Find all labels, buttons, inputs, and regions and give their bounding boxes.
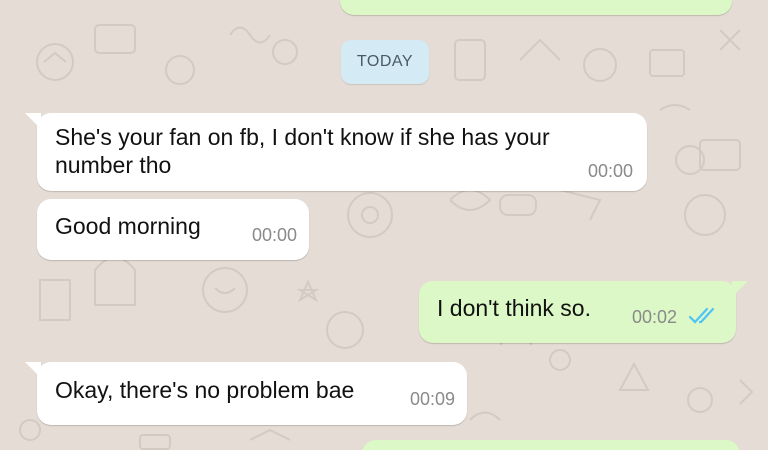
message-text: I don't think so. xyxy=(437,294,591,322)
bubble-tail xyxy=(25,362,41,378)
message-time: 00:02 xyxy=(631,307,677,327)
bubble-tail xyxy=(732,281,748,297)
message-bubble-outgoing-partial[interactable] xyxy=(340,0,732,15)
message-text: Good morning xyxy=(55,212,201,240)
message-bubble-outgoing[interactable]: I don't think so. 00:02 xyxy=(419,281,748,343)
message-line: Okay, there's no problem bae xyxy=(55,377,355,403)
message-bubble-incoming[interactable]: Okay, there's no problem bae 00:09 xyxy=(25,362,467,425)
message-line: She's your fan on fb, I don't know if sh… xyxy=(55,124,550,150)
message-time: 00:09 xyxy=(409,389,455,409)
chat-area[interactable]: TODAY She's your fan on fb, I don't know… xyxy=(0,0,768,450)
message-time: 00:00 xyxy=(251,225,297,245)
date-divider: TODAY xyxy=(341,40,429,84)
message-bubble-incoming[interactable]: She's your fan on fb, I don't know if sh… xyxy=(25,113,647,191)
double-check-read-icon xyxy=(688,307,715,324)
message-bubble-incoming[interactable]: Good morning 00:00 xyxy=(37,199,309,260)
message-bubble-outgoing-partial[interactable] xyxy=(362,440,740,450)
message-line: I don't think so. xyxy=(437,295,591,321)
message-line: Good morning xyxy=(55,213,201,239)
bubble-tail xyxy=(25,113,41,129)
message-line: number tho xyxy=(55,152,172,178)
message-time: 00:00 xyxy=(587,161,633,181)
message-text: She's your fan on fb, I don't know if sh… xyxy=(55,123,635,179)
message-text: Okay, there's no problem bae xyxy=(55,376,354,404)
